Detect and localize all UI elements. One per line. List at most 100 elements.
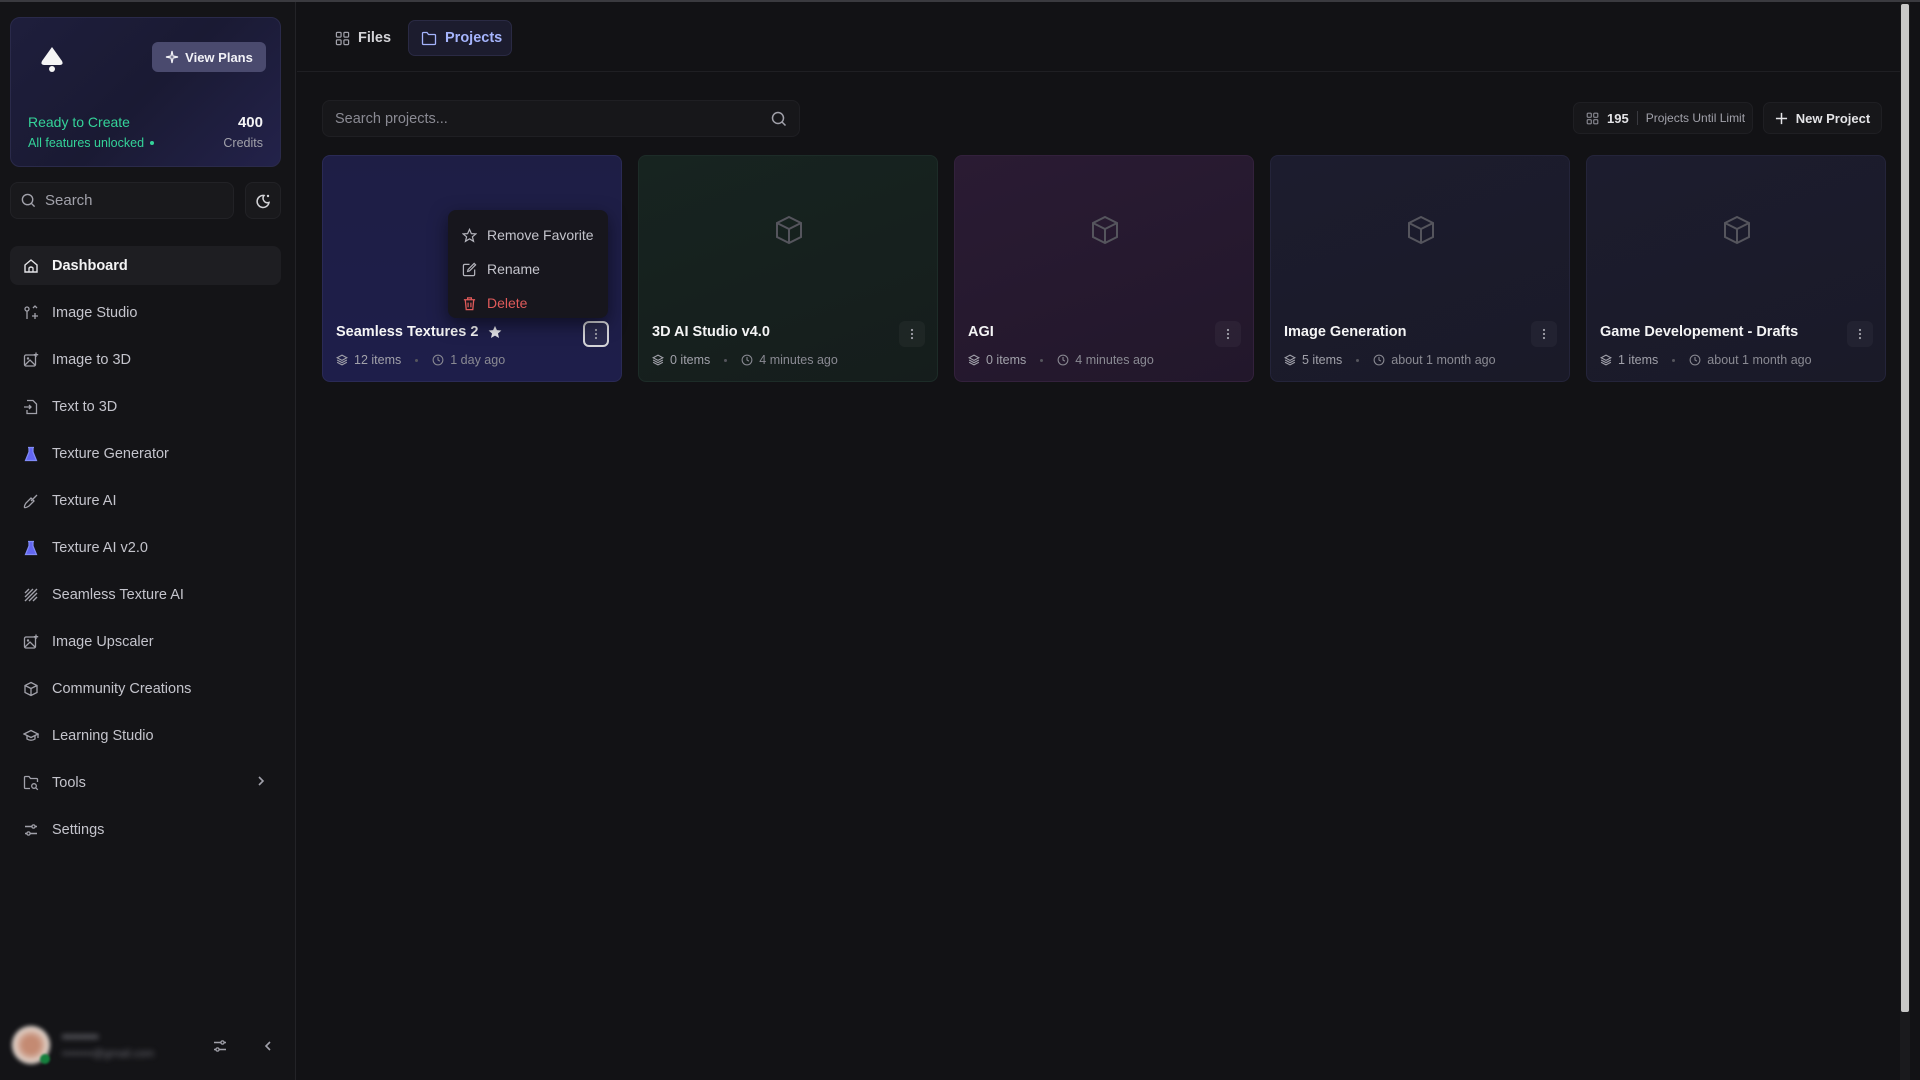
project-updated-time: 1 day ago: [450, 353, 506, 367]
project-meta: 0 items 4 minutes ago: [968, 353, 1154, 367]
project-title-text: AGI: [968, 324, 994, 340]
collapse-sidebar-button[interactable]: [258, 1036, 278, 1056]
sidebar-item-label: Tools: [52, 774, 86, 791]
more-vertical-icon: [910, 328, 914, 340]
project-meta: 1 items about 1 month ago: [1600, 353, 1812, 367]
sidebar-item-image-to-3d[interactable]: Image to 3D: [10, 340, 281, 379]
more-vertical-icon: [1226, 328, 1230, 340]
separator-dot: [724, 358, 728, 362]
project-options-button[interactable]: [899, 321, 925, 347]
sidebar-item-label: Image to 3D: [52, 351, 131, 368]
cube-icon: [22, 680, 40, 698]
more-vertical-icon: [1858, 328, 1862, 340]
layers-icon: [336, 354, 348, 366]
sidebar-item-learning-studio[interactable]: Learning Studio: [10, 716, 281, 755]
separator-dot: [415, 358, 419, 362]
user-profile[interactable]: •••••••• ••••••••@gmail.com: [12, 1024, 282, 1068]
menu-item-delete[interactable]: Delete: [448, 286, 608, 320]
project-card[interactable]: Image Generation 5 items about 1 month a…: [1270, 155, 1570, 382]
user-name: ••••••••: [62, 1029, 99, 1044]
tab-projects[interactable]: Projects: [408, 20, 512, 56]
menu-item-rename[interactable]: Rename: [448, 252, 608, 286]
file-import-icon: [22, 398, 40, 416]
sidebar-item-label: Settings: [52, 821, 105, 838]
project-card[interactable]: Game Developement - Drafts 1 items about…: [1586, 155, 1886, 382]
trash-icon: [462, 296, 477, 311]
clock-icon: [1689, 354, 1701, 366]
view-plans-label: View Plans: [185, 49, 253, 65]
theme-toggle-button[interactable]: [245, 182, 281, 219]
main-content: Files Projects 195 Projects Until Limit …: [297, 2, 1910, 1080]
sidebar-item-label: Dashboard: [52, 257, 128, 274]
project-title: Game Developement - Drafts: [1600, 324, 1798, 340]
project-search-input[interactable]: [335, 110, 771, 127]
sidebar-item-image-upscaler[interactable]: Image Upscaler: [10, 622, 281, 661]
cube-placeholder-icon: [1405, 214, 1437, 246]
graduation-cap-icon: [22, 727, 40, 745]
more-vertical-icon: [1542, 328, 1546, 340]
search-icon[interactable]: [771, 111, 787, 127]
separator-dot: [1356, 358, 1360, 362]
sidebar-item-label: Learning Studio: [52, 727, 154, 744]
image-studio-icon: [22, 304, 40, 322]
home-icon: [22, 257, 40, 275]
tab-bar: Files Projects: [297, 2, 1910, 72]
sidebar-item-texture-generator[interactable]: Texture Generator: [10, 434, 281, 473]
plan-card: View Plans Ready to Create All features …: [10, 17, 281, 167]
clock-icon: [741, 354, 753, 366]
project-card[interactable]: AGI 0 items 4 minutes ago: [954, 155, 1254, 382]
sidebar-item-tools[interactable]: Tools: [10, 763, 281, 802]
sidebar-item-dashboard[interactable]: Dashboard: [10, 246, 281, 285]
scrollbar-thumb[interactable]: [1901, 4, 1909, 1012]
project-card[interactable]: Seamless Textures 2 12 items 1 day ago R…: [322, 155, 622, 382]
project-title: Image Generation: [1284, 324, 1406, 340]
clock-icon: [1373, 354, 1385, 366]
sidebar-item-image-studio[interactable]: Image Studio: [10, 293, 281, 332]
app-logo-icon[interactable]: [37, 44, 67, 74]
sidebar-item-text-to-3d[interactable]: Text to 3D: [10, 387, 281, 426]
project-options-button[interactable]: [1847, 321, 1873, 347]
tab-files[interactable]: Files: [323, 20, 403, 56]
project-options-button[interactable]: [583, 321, 609, 347]
status-subtitle: All features unlocked: [28, 136, 155, 150]
layers-icon: [652, 354, 664, 366]
project-item-count: 12 items: [354, 353, 402, 367]
new-project-button[interactable]: New Project: [1763, 102, 1882, 134]
star-filled-icon: [488, 325, 502, 339]
online-status-dot: [40, 1054, 50, 1064]
clock-icon: [432, 354, 444, 366]
sidebar-item-label: Image Studio: [52, 304, 138, 321]
layers-icon: [1284, 354, 1296, 366]
view-plans-button[interactable]: View Plans: [152, 42, 266, 72]
scrollbar[interactable]: [1900, 2, 1910, 1080]
project-options-button[interactable]: [1531, 321, 1557, 347]
chevron-left-icon: [262, 1040, 274, 1052]
user-email: ••••••••@gmail.com: [62, 1048, 155, 1060]
sidebar: View Plans Ready to Create All features …: [0, 2, 296, 1080]
project-title-text: Seamless Textures 2: [336, 324, 479, 340]
edit-icon: [462, 262, 477, 277]
sidebar-item-texture-ai-v2-0[interactable]: Texture AI v2.0: [10, 528, 281, 567]
layers-icon: [1600, 354, 1612, 366]
project-updated-time: 4 minutes ago: [1075, 353, 1154, 367]
sidebar-item-settings[interactable]: Settings: [10, 810, 281, 849]
grid-icon: [1586, 112, 1599, 125]
project-options-button[interactable]: [1215, 321, 1241, 347]
flask-icon: [22, 539, 40, 557]
separator-dot: [1672, 358, 1676, 362]
sidebar-item-seamless-texture-ai[interactable]: Seamless Texture AI: [10, 575, 281, 614]
sidebar-search[interactable]: Search: [10, 182, 234, 219]
status-subtitle-text: All features unlocked: [28, 136, 145, 150]
menu-item-remove-favorite[interactable]: Remove Favorite: [448, 218, 608, 252]
project-card[interactable]: 3D AI Studio v4.0 0 items 4 minutes ago: [638, 155, 938, 382]
sidebar-item-community-creations[interactable]: Community Creations: [10, 669, 281, 708]
user-settings-button[interactable]: [210, 1036, 230, 1056]
menu-item-label: Rename: [487, 261, 540, 277]
projects-limit-label: Projects Until Limit: [1645, 111, 1746, 125]
projects-limit-badge: 195 Projects Until Limit: [1573, 102, 1753, 134]
sidebar-nav: Dashboard Image Studio Image to 3D Text …: [10, 246, 281, 857]
sidebar-item-texture-ai[interactable]: Texture AI: [10, 481, 281, 520]
cube-placeholder-icon: [1089, 214, 1121, 246]
cube-placeholder-icon: [1721, 214, 1753, 246]
grid-icon: [335, 31, 350, 46]
